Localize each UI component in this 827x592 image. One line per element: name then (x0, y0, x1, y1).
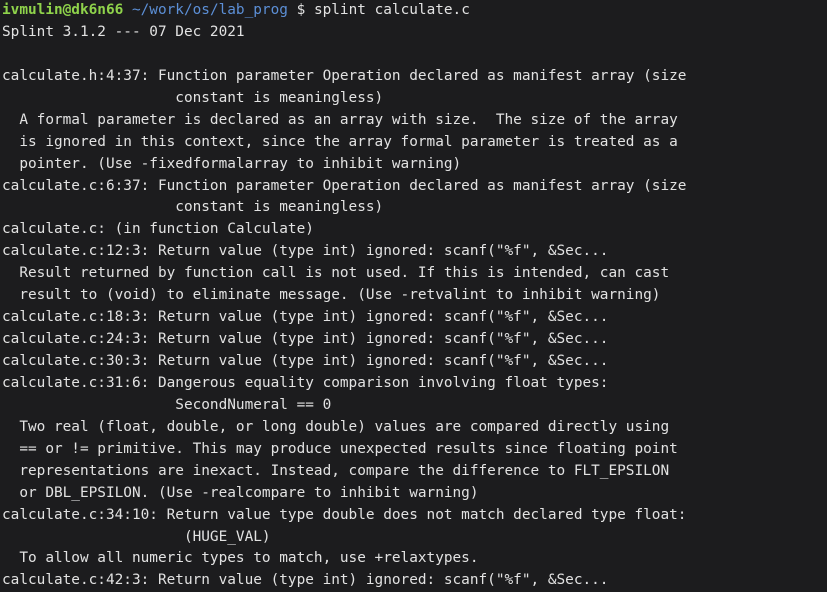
output-line: A formal parameter is declared as an arr… (2, 111, 678, 128)
terminal-window[interactable]: ivmulin@dk6n66 ~/work/os/lab_prog $ spli… (0, 0, 827, 592)
output-line: calculate.c:30:3: Return value (type int… (2, 353, 609, 369)
output-line: calculate.h:4:37: Function parameter Ope… (2, 67, 687, 84)
output-line: calculate.c:42:3: Return value (type int… (2, 572, 609, 589)
output-line: (HUGE_VAL) (2, 528, 271, 545)
prompt-path: ~/work/os/lab_prog (131, 2, 288, 18)
output-line: == or != primitive. This may produce une… (2, 440, 678, 457)
output-line: calculate.c: (in function Calculate) (2, 221, 314, 238)
output-line: calculate.c:6:37: Function parameter Ope… (2, 177, 687, 194)
output-line: Result returned by function call is not … (2, 265, 670, 282)
output-line: calculate.c:34:10: Return value type dou… (2, 506, 687, 523)
output-line: constant is meaningless) (2, 89, 384, 106)
output-line: result to (void) to eliminate message. (… (2, 287, 661, 304)
output-line: calculate.c:24:3: Return value (type int… (2, 331, 609, 348)
output-line: calculate.c:12:3: Return value (type int… (2, 243, 609, 260)
output-line: pointer. (Use -fixedformalarray to inhib… (2, 155, 462, 172)
prompt-command: splint calculate.c (313, 2, 470, 18)
output-line: is ignored in this context, since the ar… (2, 133, 678, 150)
output-line: Splint 3.1.2 --- 07 Dec 2021 (2, 23, 245, 40)
output-line: or DBL_EPSILON. (Use -realcompare to inh… (2, 484, 479, 501)
output-line: To allow all numeric types to match, use… (2, 550, 479, 567)
output-line: representations are inexact. Instead, co… (2, 462, 670, 479)
output-line: calculate.c:18:3: Return value (type int… (2, 309, 609, 326)
output-line: calculate.c:31:6: Dangerous equality com… (2, 374, 609, 391)
output-line: Two real (float, double, or long double)… (2, 418, 670, 435)
prompt-line: ivmulin@dk6n66 ~/work/os/lab_prog $ spli… (2, 0, 827, 22)
output-line: SecondNumeral == 0 (2, 396, 332, 413)
output-line: constant is meaningless) (2, 199, 384, 216)
prompt-user-host: ivmulin@dk6n66 (2, 2, 124, 18)
prompt-symbol: $ (296, 2, 306, 18)
